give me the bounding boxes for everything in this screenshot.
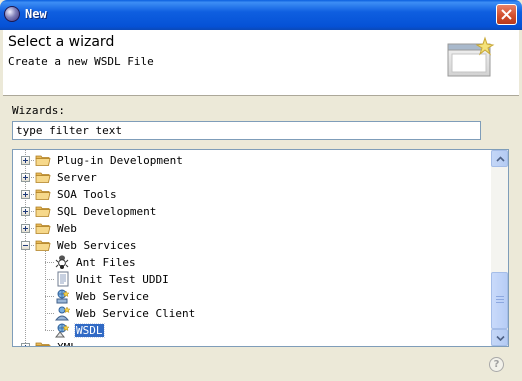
expand-icon[interactable]: [21, 173, 30, 182]
new-wizard-banner-icon: [447, 36, 495, 77]
web-service-icon: [55, 288, 71, 304]
thumb-grip: [496, 302, 504, 303]
tree-item-label: SQL Development: [57, 205, 157, 218]
page-description: Create a new WSDL File: [8, 55, 154, 68]
tree-item-label: XML: [56, 341, 78, 346]
tree-item-label: Unit Test UDDI: [76, 273, 169, 286]
close-icon: [501, 9, 512, 20]
tree-item-label: Web Service Client: [76, 307, 196, 320]
tree-connector: [45, 330, 54, 332]
close-button[interactable]: [496, 4, 517, 25]
tree-connector: [45, 296, 54, 298]
tree-item-label: Ant Files: [76, 256, 136, 269]
tree-item-label: Web Services: [57, 239, 137, 252]
ant-icon: [55, 254, 71, 270]
tree-item-wsdl[interactable]: WSDL: [13, 322, 491, 339]
tree-item-xml[interactable]: XML: [13, 339, 491, 346]
tree-item-ant-files[interactable]: Ant Files: [13, 254, 491, 271]
tree-connector: [45, 262, 54, 264]
filter-input[interactable]: [12, 121, 481, 140]
wizards-label: Wizards:: [12, 104, 65, 117]
tree-connector: [45, 313, 54, 315]
eclipse-icon: [4, 6, 20, 22]
tree-item-web-service-client[interactable]: Web Service Client: [13, 305, 491, 322]
folder-icon: [35, 339, 51, 346]
tree-item-server[interactable]: Server: [13, 169, 491, 186]
expand-icon[interactable]: [21, 207, 30, 216]
chevron-down-icon: [496, 335, 505, 341]
collapse-icon[interactable]: [21, 241, 30, 250]
tree-item-web[interactable]: Web: [13, 220, 491, 237]
banner-separator: [3, 95, 519, 96]
tree-item-label: Server: [57, 171, 97, 184]
tree-item-label: Plug-in Development: [57, 154, 183, 167]
scroll-down-button[interactable]: [491, 329, 508, 346]
help-icon[interactable]: ?: [489, 357, 504, 372]
window-title: New: [25, 7, 47, 21]
thumb-grip: [496, 299, 504, 300]
tree-item-label: Web Service: [76, 290, 149, 303]
tree-item-plug-in-development[interactable]: Plug-in Development: [13, 152, 491, 169]
tree-item-sql-development[interactable]: SQL Development: [13, 203, 491, 220]
expand-icon[interactable]: [21, 224, 30, 233]
expand-icon[interactable]: [21, 156, 30, 165]
expand-icon[interactable]: [21, 343, 30, 346]
folder-icon: [35, 169, 51, 185]
folder-icon: [35, 186, 51, 202]
tree-item-web-services[interactable]: Web Services: [13, 237, 491, 254]
document-icon: [55, 271, 71, 287]
folder-icon: [35, 220, 51, 236]
tree-item-label: Web: [57, 222, 77, 235]
wizard-tree[interactable]: Plug-in Development Server SOA Tools SQL De…: [12, 149, 509, 347]
chevron-up-icon: [496, 156, 505, 162]
scroll-up-button[interactable]: [491, 150, 508, 167]
folder-icon: [35, 203, 51, 219]
tree-item-label: SOA Tools: [57, 188, 117, 201]
tree-item-web-service[interactable]: Web Service: [13, 288, 491, 305]
tree-connector: [45, 279, 54, 281]
tree-item-unit-test-uddi[interactable]: Unit Test UDDI: [13, 271, 491, 288]
web-service-client-icon: [54, 305, 71, 321]
vertical-scrollbar[interactable]: [491, 150, 508, 346]
wsdl-icon: [54, 322, 71, 338]
scroll-thumb[interactable]: [491, 272, 508, 329]
page-title: Select a wizard: [8, 34, 115, 50]
thumb-grip: [496, 296, 504, 297]
wizard-banner: Select a wizard Create a new WSDL File: [3, 30, 519, 95]
folder-icon: [35, 152, 51, 168]
expand-icon[interactable]: [21, 190, 30, 199]
tree-content: Plug-in Development Server SOA Tools SQL De…: [13, 150, 491, 346]
folder-icon: [35, 237, 51, 253]
tree-item-soa-tools[interactable]: SOA Tools: [13, 186, 491, 203]
title-bar[interactable]: New: [0, 0, 522, 30]
tree-item-label: WSDL: [74, 323, 105, 338]
